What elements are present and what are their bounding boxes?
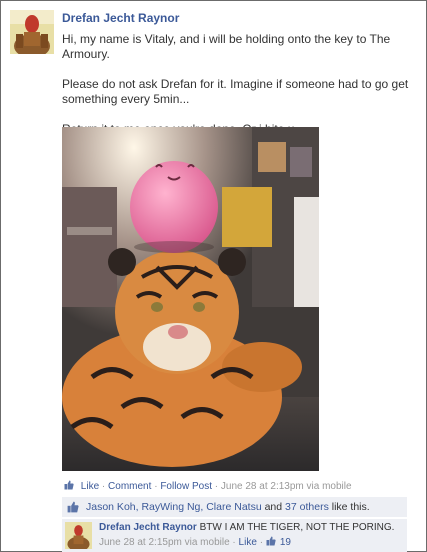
like-link[interactable]: Like (81, 481, 99, 492)
comment-item: Drefan Jecht Raynor BTW I AM THE TIGER, … (62, 518, 407, 552)
separator: · (101, 481, 106, 492)
comment-like-count[interactable]: 19 (280, 537, 291, 548)
separator: · (259, 537, 264, 548)
likes-summary: Jason Koh, RayWing Ng, Clare Natsu and 3… (62, 497, 407, 517)
comment-line: Drefan Jecht Raynor BTW I AM THE TIGER, … (99, 522, 394, 533)
post-paragraph-2: Please do not ask Drefan for it. Imagine… (62, 77, 409, 106)
comment-link[interactable]: Comment (108, 481, 151, 492)
facebook-post: Drefan Jecht Raynor Hi, my name is Vital… (0, 0, 427, 552)
post-photo[interactable] (62, 127, 319, 471)
post-timestamp[interactable]: June 28 at 2:13pm via mobile (221, 481, 352, 492)
avatar-image (65, 522, 92, 549)
comment-meta: June 28 at 2:15pm via mobile · Like · 19 (99, 536, 291, 548)
thumbs-up-icon (266, 536, 276, 546)
post-message: Hi, my name is Vitaly, and i will be hol… (62, 32, 417, 137)
follow-post-link[interactable]: Follow Post (160, 481, 212, 492)
avatar-image (10, 10, 54, 54)
separator: · (154, 481, 158, 492)
comment-author-name[interactable]: Drefan Jecht Raynor (99, 522, 197, 533)
commenter-avatar[interactable] (65, 522, 92, 549)
author-avatar[interactable] (10, 10, 54, 54)
likes-text: Jason Koh, RayWing Ng, Clare Natsu and 3… (86, 497, 370, 517)
likes-suffix: like this. (331, 501, 370, 513)
tiger-plush-photo (62, 127, 319, 471)
post-actions-bar: Like · Comment · Follow Post · June 28 a… (64, 480, 352, 492)
post-author-name[interactable]: Drefan Jecht Raynor (62, 11, 179, 25)
likes-and: and (264, 501, 283, 513)
post-paragraph-1: Hi, my name is Vitaly, and i will be hol… (62, 32, 391, 61)
like-thumb-icon (64, 480, 74, 490)
comment-timestamp[interactable]: June 28 at 2:15pm via mobile (99, 537, 230, 548)
separator: · (214, 481, 219, 492)
liker-names[interactable]: Jason Koh, RayWing Ng, Clare Natsu (86, 501, 262, 513)
like-thumb-icon (67, 501, 79, 513)
comment-like-link[interactable]: Like (239, 537, 257, 548)
comment-text: BTW I AM THE TIGER, NOT THE PORING. (199, 522, 395, 533)
separator: · (232, 537, 236, 548)
others-link[interactable]: 37 others (285, 501, 329, 513)
